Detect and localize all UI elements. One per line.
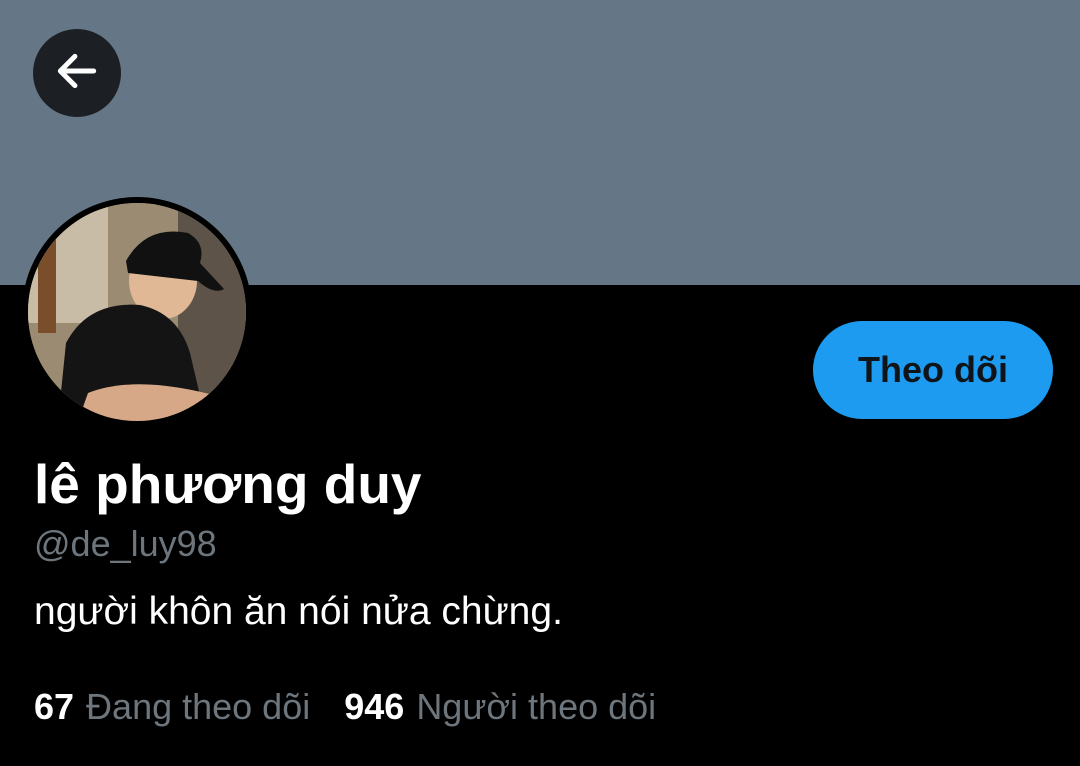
followers-count: 946 xyxy=(344,686,405,727)
display-name: lê phương duy xyxy=(34,453,422,515)
follow-button[interactable]: Theo dõi xyxy=(813,321,1053,419)
follow-stats: 67 Đang theo dõi 946 Người theo dõi xyxy=(34,686,656,728)
avatar-image xyxy=(28,203,246,421)
avatar[interactable] xyxy=(22,197,252,427)
back-button[interactable] xyxy=(33,29,121,117)
followers-label: Người theo dõi xyxy=(416,686,657,727)
arrow-left-icon xyxy=(52,46,102,101)
followers-link[interactable]: 946 Người theo dõi xyxy=(344,686,656,728)
profile-bio: người khôn ăn nói nửa chừng. xyxy=(34,590,563,633)
following-label: Đang theo dõi xyxy=(86,686,311,727)
username-handle: @de_luy98 xyxy=(34,523,217,564)
following-count: 67 xyxy=(34,686,75,727)
following-link[interactable]: 67 Đang theo dõi xyxy=(34,686,310,728)
